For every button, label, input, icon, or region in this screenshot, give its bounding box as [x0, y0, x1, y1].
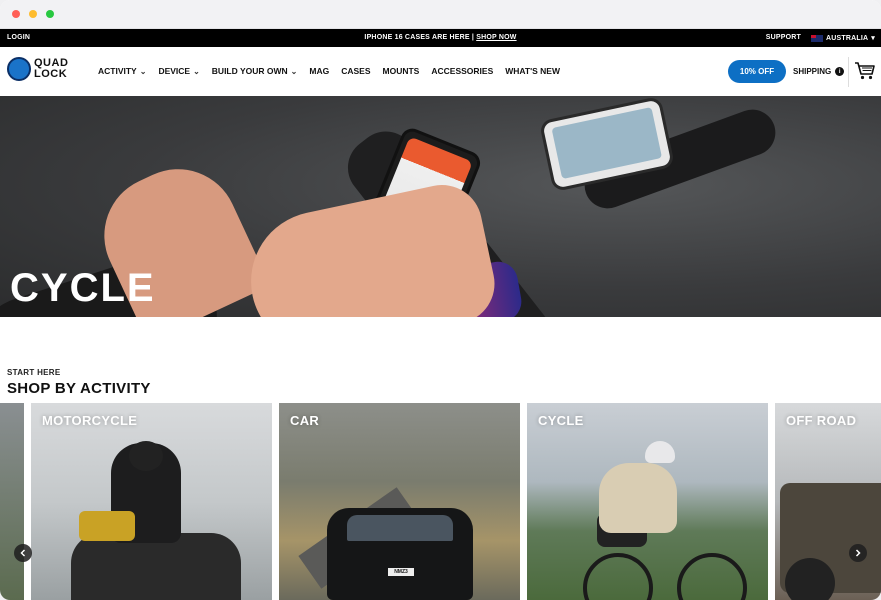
section-title: SHOP BY ACTIVITY: [7, 380, 151, 397]
chevron-left-icon: [20, 549, 26, 557]
announcement-text: IPHONE 16 CASES ARE HERE: [364, 34, 470, 41]
hero-title: CYCLE: [10, 266, 156, 310]
nav-item-activity[interactable]: ACTIVITY ⌄: [98, 66, 146, 76]
car-windshield: [347, 515, 453, 541]
nav-item-label: WHAT'S NEW: [505, 66, 560, 76]
activity-carousel: MOTORCYCLE NMZ3 CAR CYCLE OFF ROAD: [0, 403, 881, 600]
logo-circle-icon: [7, 57, 31, 81]
off-road-wheel: [785, 558, 835, 600]
nav-divider: [848, 57, 849, 87]
chevron-right-icon: [855, 549, 861, 557]
motorcycle-image: [71, 533, 241, 600]
nav-item-label: DEVICE: [158, 66, 191, 76]
nav-item-whats-new[interactable]: WHAT'S NEW: [505, 66, 560, 76]
activity-card-off-road[interactable]: OFF ROAD: [775, 403, 881, 600]
bike-wheel: [677, 553, 747, 600]
nav-item-build-your-own[interactable]: BUILD YOUR OWN ⌄: [212, 66, 298, 76]
shop-now-link[interactable]: SHOP NOW: [476, 34, 516, 41]
announcement-separator: |: [471, 34, 475, 41]
info-icon: i: [835, 67, 845, 76]
nav-item-cases[interactable]: CASES: [341, 66, 370, 76]
shipping-info[interactable]: SHIPPING i: [793, 67, 845, 76]
helmet-image: [129, 441, 163, 471]
nav-item-label: CASES: [341, 66, 371, 76]
browser-window: LOGIN IPHONE 16 CASES ARE HERE | SHOP NO…: [0, 0, 881, 600]
activity-card-cycle[interactable]: CYCLE: [527, 403, 768, 600]
caret-down-icon: ▾: [871, 35, 875, 42]
maximize-window-button[interactable]: [46, 10, 54, 18]
window-chrome: [0, 0, 881, 29]
activity-card-label: OFF ROAD: [786, 413, 857, 428]
discount-button[interactable]: 10% OFF: [728, 60, 786, 83]
nav-item-label: MOUNTS: [382, 66, 420, 76]
activity-card-car[interactable]: NMZ3 CAR: [279, 403, 520, 600]
quad-lock-logo[interactable]: QUAD LOCK: [7, 57, 68, 81]
logo-wordmark: QUAD LOCK: [34, 58, 68, 80]
close-window-button[interactable]: [12, 10, 20, 18]
activity-card-label: MOTORCYCLE: [42, 413, 138, 428]
support-link[interactable]: SUPPORT: [766, 34, 801, 41]
cyclist-image: [599, 463, 677, 533]
activity-card-motorcycle[interactable]: MOTORCYCLE: [31, 403, 272, 600]
nav-item-label: ACCESSORIES: [431, 66, 494, 76]
tail-bag-image: [79, 511, 135, 541]
region-selector[interactable]: AUSTRALIA ▾: [811, 34, 875, 42]
nav-item-mag[interactable]: MAG: [309, 66, 329, 76]
nav-item-device[interactable]: DEVICE ⌄: [158, 66, 199, 76]
carousel-prev-button[interactable]: [14, 544, 32, 562]
announcement: IPHONE 16 CASES ARE HERE | SHOP NOW: [0, 34, 881, 41]
activity-card-partial[interactable]: [0, 403, 24, 600]
carousel-next-button[interactable]: [849, 544, 867, 562]
section-kicker: START HERE: [7, 368, 61, 377]
nav-item-label: ACTIVITY: [98, 66, 137, 76]
nav-item-label: MAG: [309, 66, 330, 76]
shipping-label: SHIPPING: [793, 67, 832, 76]
nav-menu: ACTIVITY ⌄ DEVICE ⌄ BUILD YOUR OWN ⌄ MAG…: [98, 66, 560, 76]
australia-flag-icon: [811, 34, 824, 42]
cart-icon[interactable]: [854, 61, 876, 81]
nav-item-label: BUILD YOUR OWN: [211, 66, 288, 76]
bike-wheel: [583, 553, 653, 600]
main-nav: QUAD LOCK ACTIVITY ⌄ DEVICE ⌄ BUILD YOUR…: [0, 47, 881, 98]
promo-bar: LOGIN IPHONE 16 CASES ARE HERE | SHOP NO…: [0, 29, 881, 47]
hero-banner[interactable]: CYCLE: [0, 96, 881, 317]
activity-card-label: CYCLE: [538, 413, 584, 428]
bike-computer-screen: [551, 106, 663, 180]
region-label: AUSTRALIA: [826, 34, 869, 42]
chevron-down-icon: ⌄: [193, 66, 200, 76]
car-plate: NMZ3: [388, 568, 414, 576]
nav-item-mounts[interactable]: MOUNTS: [383, 66, 420, 76]
nav-item-accessories[interactable]: ACCESSORIES: [431, 66, 493, 76]
activity-card-label: CAR: [290, 413, 320, 428]
logo-line-2: LOCK: [34, 68, 68, 80]
cyclist-helmet: [645, 441, 675, 463]
chevron-down-icon: ⌄: [290, 66, 298, 76]
minimize-window-button[interactable]: [29, 10, 37, 18]
chevron-down-icon: ⌄: [139, 66, 147, 76]
